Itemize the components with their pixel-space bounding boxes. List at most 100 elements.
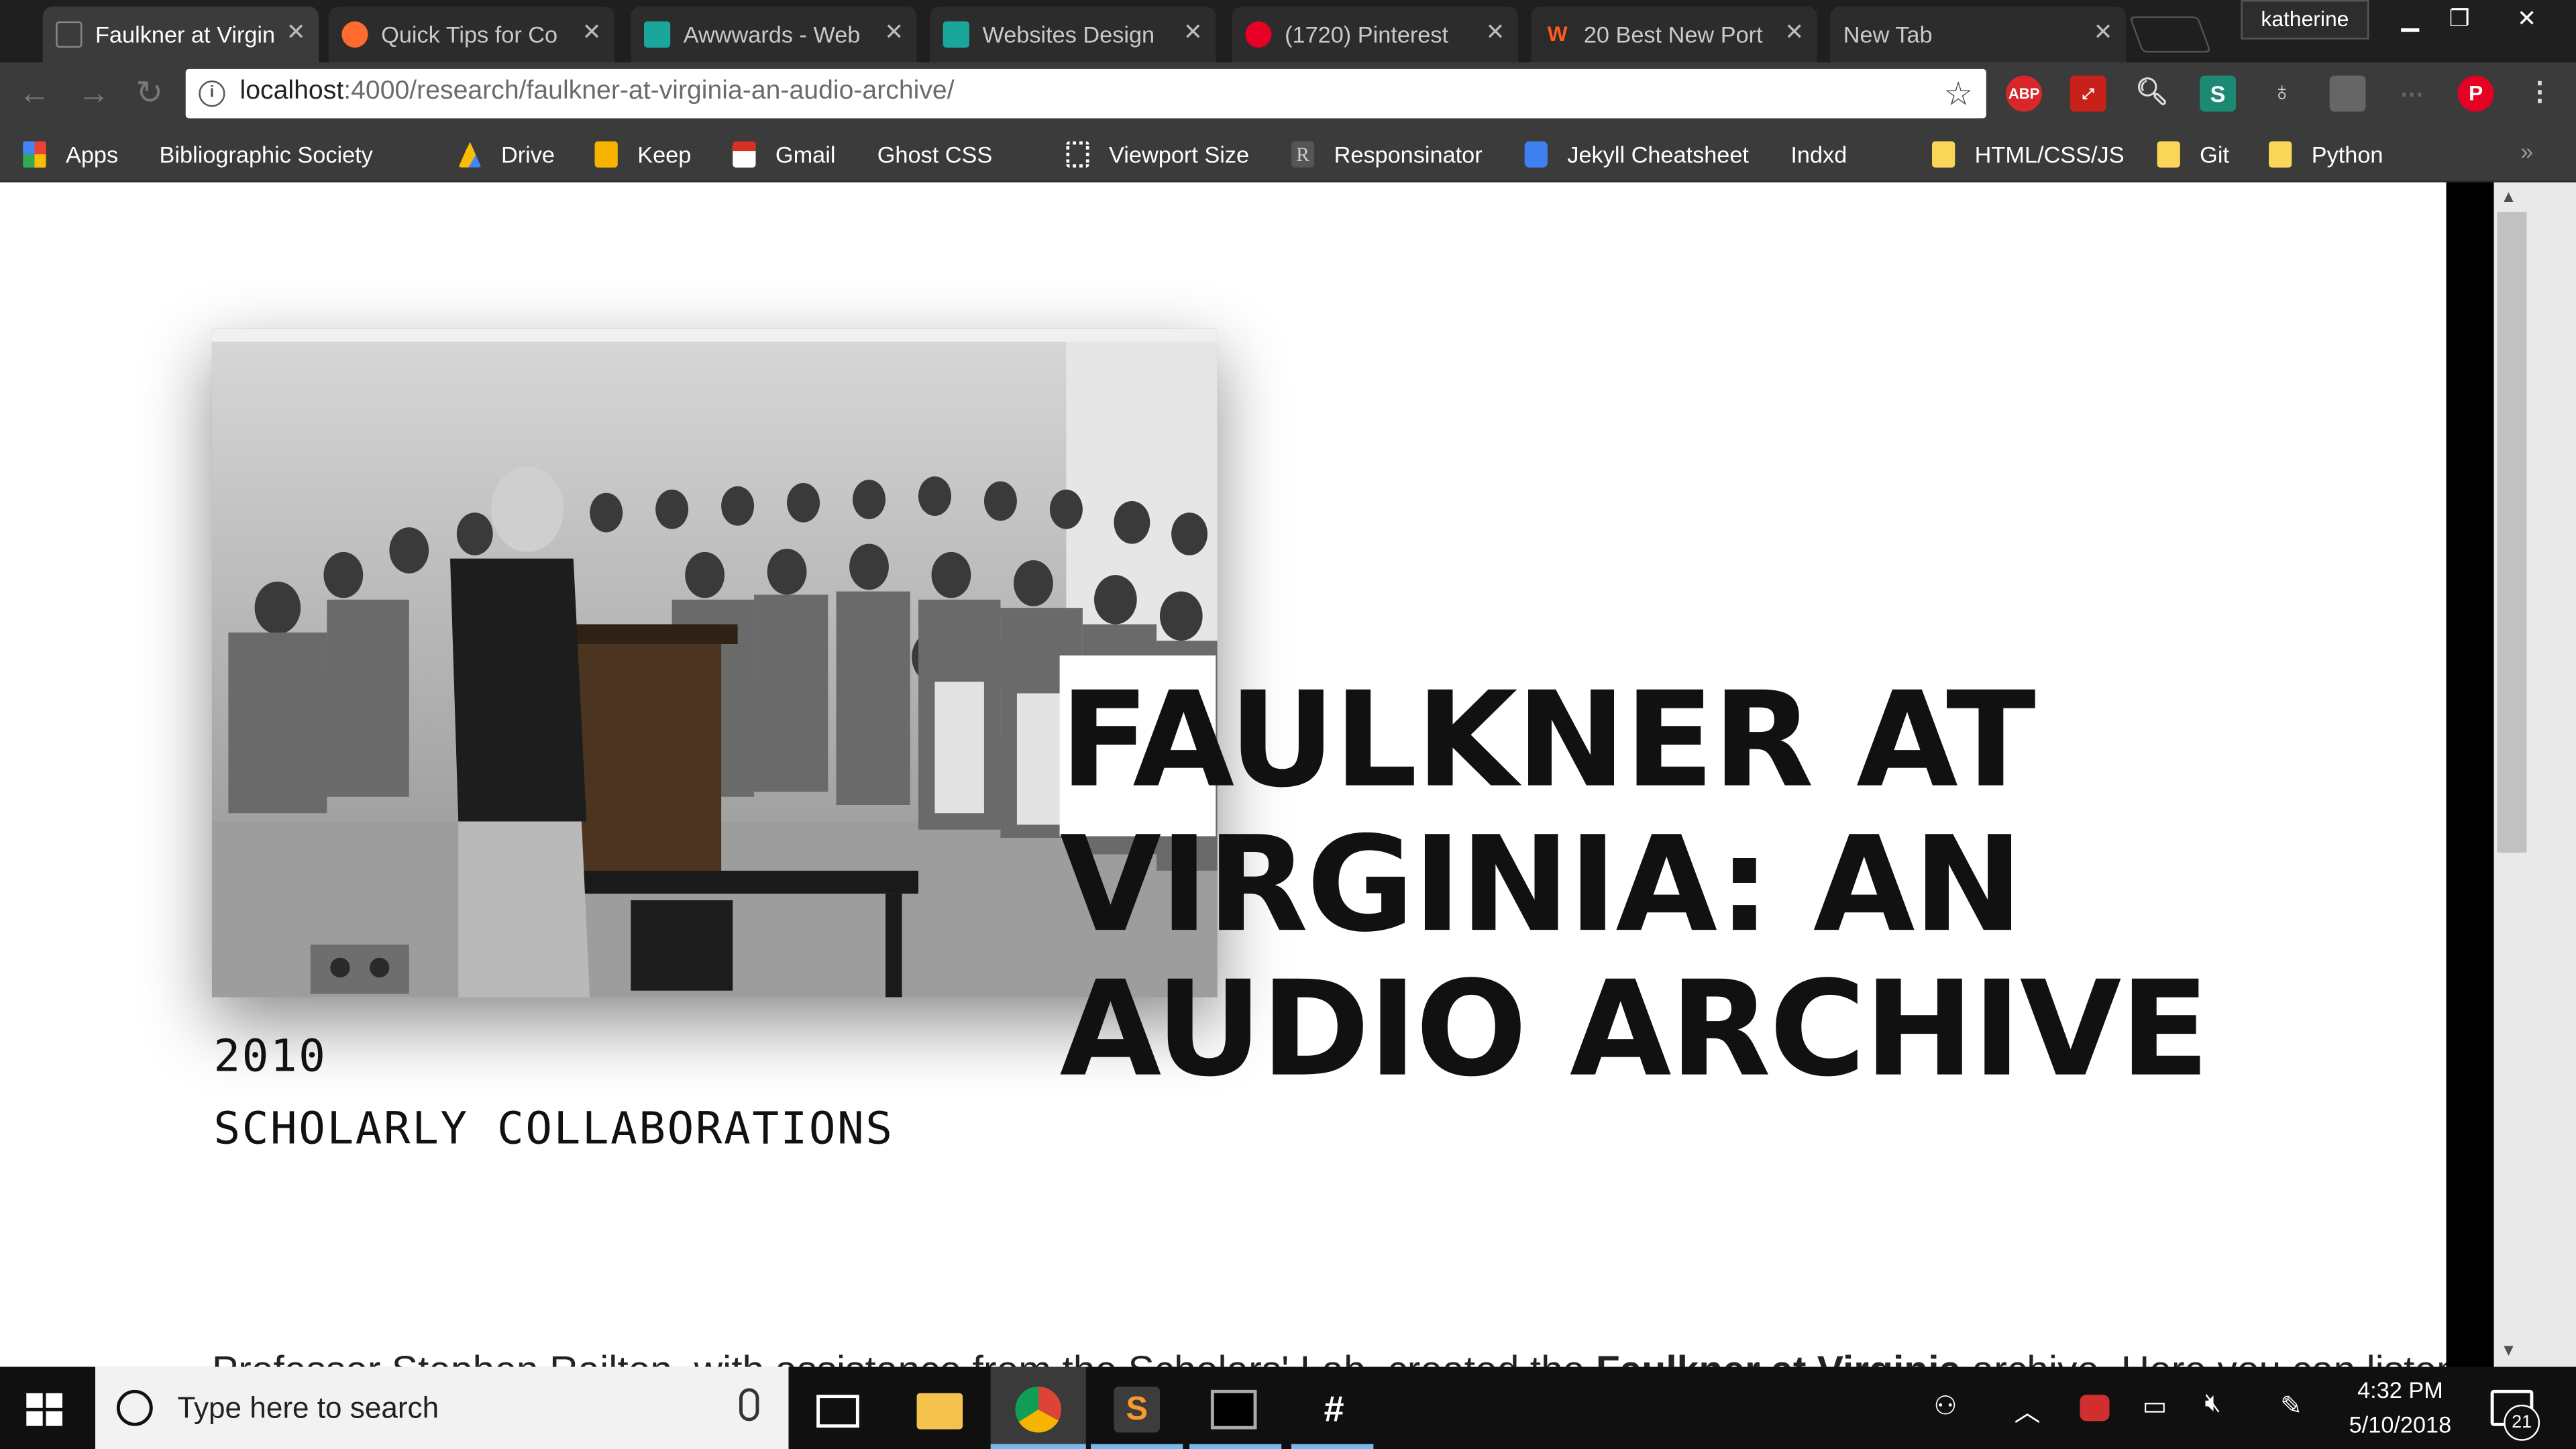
pinterest-icon [1245, 21, 1272, 48]
tab-favicon-icon [943, 21, 969, 48]
profile-button[interactable]: katherine [2241, 0, 2369, 40]
intro-paragraph: Professor Stephen Railton, with assistan… [212, 1349, 2447, 1367]
scrollbar-thumb[interactable] [2497, 211, 2527, 853]
chrome-icon[interactable] [1015, 1386, 1062, 1433]
creative-cloud-icon[interactable] [2080, 1395, 2110, 1421]
s-extension-icon[interactable]: S [2200, 75, 2237, 112]
tab-websites-design[interactable]: Websites Design ✕ [930, 6, 1216, 63]
drive-icon [458, 141, 482, 168]
close-window-icon[interactable]: ✕ [2494, 0, 2560, 40]
project-category[interactable]: SCHOLARLY COLLABORATIONS [213, 1104, 894, 1155]
bookmark-jekyll-cheatsheet[interactable]: Jekyll Cheatsheet [1524, 138, 1749, 171]
screen: Faulkner at Virgin ✕ Quick Tips for Co ✕… [0, 0, 2576, 1449]
page-title: FAULKNER AT VIRGINIA: AN AUDIO ARCHIVE [1059, 663, 2210, 1106]
gray-extension-icon[interactable] [2329, 75, 2366, 112]
bookmark-bibliographic-society[interactable]: Bibliographic Society [160, 138, 435, 171]
running-indicator [990, 1444, 1086, 1449]
sublime-text-icon[interactable]: S [1114, 1386, 1160, 1433]
new-tab-button[interactable] [2129, 16, 2212, 53]
running-indicator [1189, 1444, 1282, 1449]
address-bar[interactable]: i localhost:4000/research/faulkner-at-vi… [185, 68, 1986, 119]
people-icon[interactable]: ⚇ [1933, 1390, 1957, 1423]
tab-favicon-icon [341, 21, 368, 48]
back-icon[interactable]: ← [16, 76, 52, 112]
r-icon: R [1291, 141, 1315, 168]
pinterest-extension-icon[interactable]: P [2457, 75, 2494, 112]
tab-favicon-icon [644, 21, 671, 48]
bookmark-star-icon[interactable]: ☆ [1943, 74, 1973, 115]
bookmark-gmail[interactable]: Gmail [733, 138, 835, 171]
lightbulb-icon[interactable]: ♁ [2264, 76, 2300, 112]
scroll-down-icon[interactable]: ▼ [2500, 1342, 2516, 1360]
bookmark-apps[interactable]: Apps [23, 138, 118, 171]
minimize-icon[interactable]: ▁ [2382, 0, 2438, 40]
tab-quick-tips[interactable]: Quick Tips for Co ✕ [328, 6, 614, 63]
microphone-icon[interactable] [739, 1388, 759, 1421]
running-indicator [1291, 1444, 1374, 1449]
close-tab-icon[interactable]: ✕ [1784, 18, 1804, 46]
apps-grid-icon [23, 141, 46, 168]
tab-pinterest[interactable]: (1720) Pinterest ✕ [1232, 6, 1518, 63]
close-tab-icon[interactable]: ✕ [1183, 18, 1203, 46]
site-info-icon[interactable]: i [199, 80, 225, 107]
volume-muted-icon[interactable]: 🔇︎ [2205, 1390, 2222, 1419]
bookmark-keep[interactable]: Keep [594, 138, 691, 171]
windows-start-icon[interactable] [26, 1393, 63, 1426]
project-year: 2010 [213, 1031, 327, 1083]
w-logo-icon: W [1544, 21, 1571, 48]
pen-workspace-icon[interactable]: ✎ [2280, 1390, 2302, 1423]
terminal-icon[interactable] [1210, 1389, 1257, 1430]
tab-new-tab[interactable]: New Tab ✕ [1830, 6, 2126, 63]
cortana-icon [116, 1389, 153, 1426]
scroll-up-icon[interactable]: ▲ [2500, 189, 2516, 207]
folder-icon [1932, 141, 1955, 168]
adblock-icon[interactable]: ABP [2006, 75, 2043, 112]
bookmarks-overflow-icon[interactable]: » [2520, 138, 2533, 164]
close-tab-icon[interactable]: ✕ [286, 18, 306, 46]
folder-icon [2269, 141, 2292, 168]
system-clock[interactable]: 4:32 PM 5/10/2018 [2330, 1373, 2471, 1442]
bookmarks-bar: Apps Bibliographic Society Drive Keep Gm… [0, 125, 2576, 347]
bookmark-indxd[interactable]: Indxd [1790, 138, 1847, 347]
folder-icon [2157, 141, 2180, 168]
close-tab-icon[interactable]: ✕ [884, 18, 904, 46]
slack-icon[interactable]: # [1311, 1387, 1357, 1433]
battery-icon[interactable]: ▭ [2142, 1390, 2167, 1423]
bookmark-folder-python[interactable]: Python [2269, 138, 2383, 171]
restore-icon[interactable]: ❐ [2431, 0, 2487, 40]
close-tab-icon[interactable]: ✕ [1486, 18, 1505, 46]
archive-name: Faulkner at Virginia [1596, 1349, 1961, 1367]
page-side-panel [2446, 182, 2494, 1367]
bookmark-responsinator[interactable]: R Responsinator [1291, 138, 1483, 171]
magnifier-extension-icon[interactable]: 🔍︎ [2134, 76, 2170, 112]
url-text: localhost:4000/research/faulkner-at-virg… [239, 77, 955, 105]
jekyll-icon [1524, 141, 1548, 168]
pdf-icon[interactable]: ⤢ [2070, 75, 2106, 112]
bookmark-folder-git[interactable]: Git [2157, 138, 2229, 171]
tab-strip: Faulkner at Virgin ✕ Quick Tips for Co ✕… [0, 0, 2576, 63]
vertical-scrollbar[interactable]: ▲ ▼ [2493, 182, 2576, 1367]
close-tab-icon[interactable]: ✕ [582, 18, 602, 46]
viewport-icon [1066, 141, 1089, 168]
tab-best-portfolios[interactable]: W 20 Best New Port ✕ [1531, 6, 1817, 63]
tab-awwwards[interactable]: Awwwards - Web ✕ [631, 6, 917, 63]
file-explorer-icon[interactable] [916, 1393, 963, 1430]
bookmark-drive[interactable]: Drive [458, 138, 555, 171]
reload-icon[interactable]: ↻ [131, 76, 168, 112]
gmail-icon [733, 141, 756, 168]
running-indicator [1091, 1444, 1183, 1449]
page-icon [56, 21, 83, 48]
menu-icon[interactable]: ⋮ [2522, 76, 2558, 112]
bookmark-ghost-css[interactable]: Ghost CSS [877, 138, 992, 347]
bookmark-folder-html-css-js[interactable]: HTML/CSS/JS [1932, 138, 2125, 171]
task-view-icon[interactable] [816, 1395, 859, 1428]
taskbar-search-box[interactable]: Type here to search [95, 1366, 789, 1449]
show-hidden-icons-icon[interactable]: ︿ [2014, 1390, 2040, 1430]
bookmark-viewport-size[interactable]: Viewport Size [1066, 138, 1249, 171]
keep-icon [594, 141, 618, 168]
close-tab-icon[interactable]: ✕ [2094, 18, 2113, 46]
hidden-extension-icon[interactable]: ⋯ [2394, 76, 2430, 112]
tab-faulkner[interactable]: Faulkner at Virgin ✕ [42, 6, 319, 63]
forward-icon[interactable]: → [76, 76, 112, 112]
notification-count-badge: 21 [2504, 1404, 2540, 1441]
